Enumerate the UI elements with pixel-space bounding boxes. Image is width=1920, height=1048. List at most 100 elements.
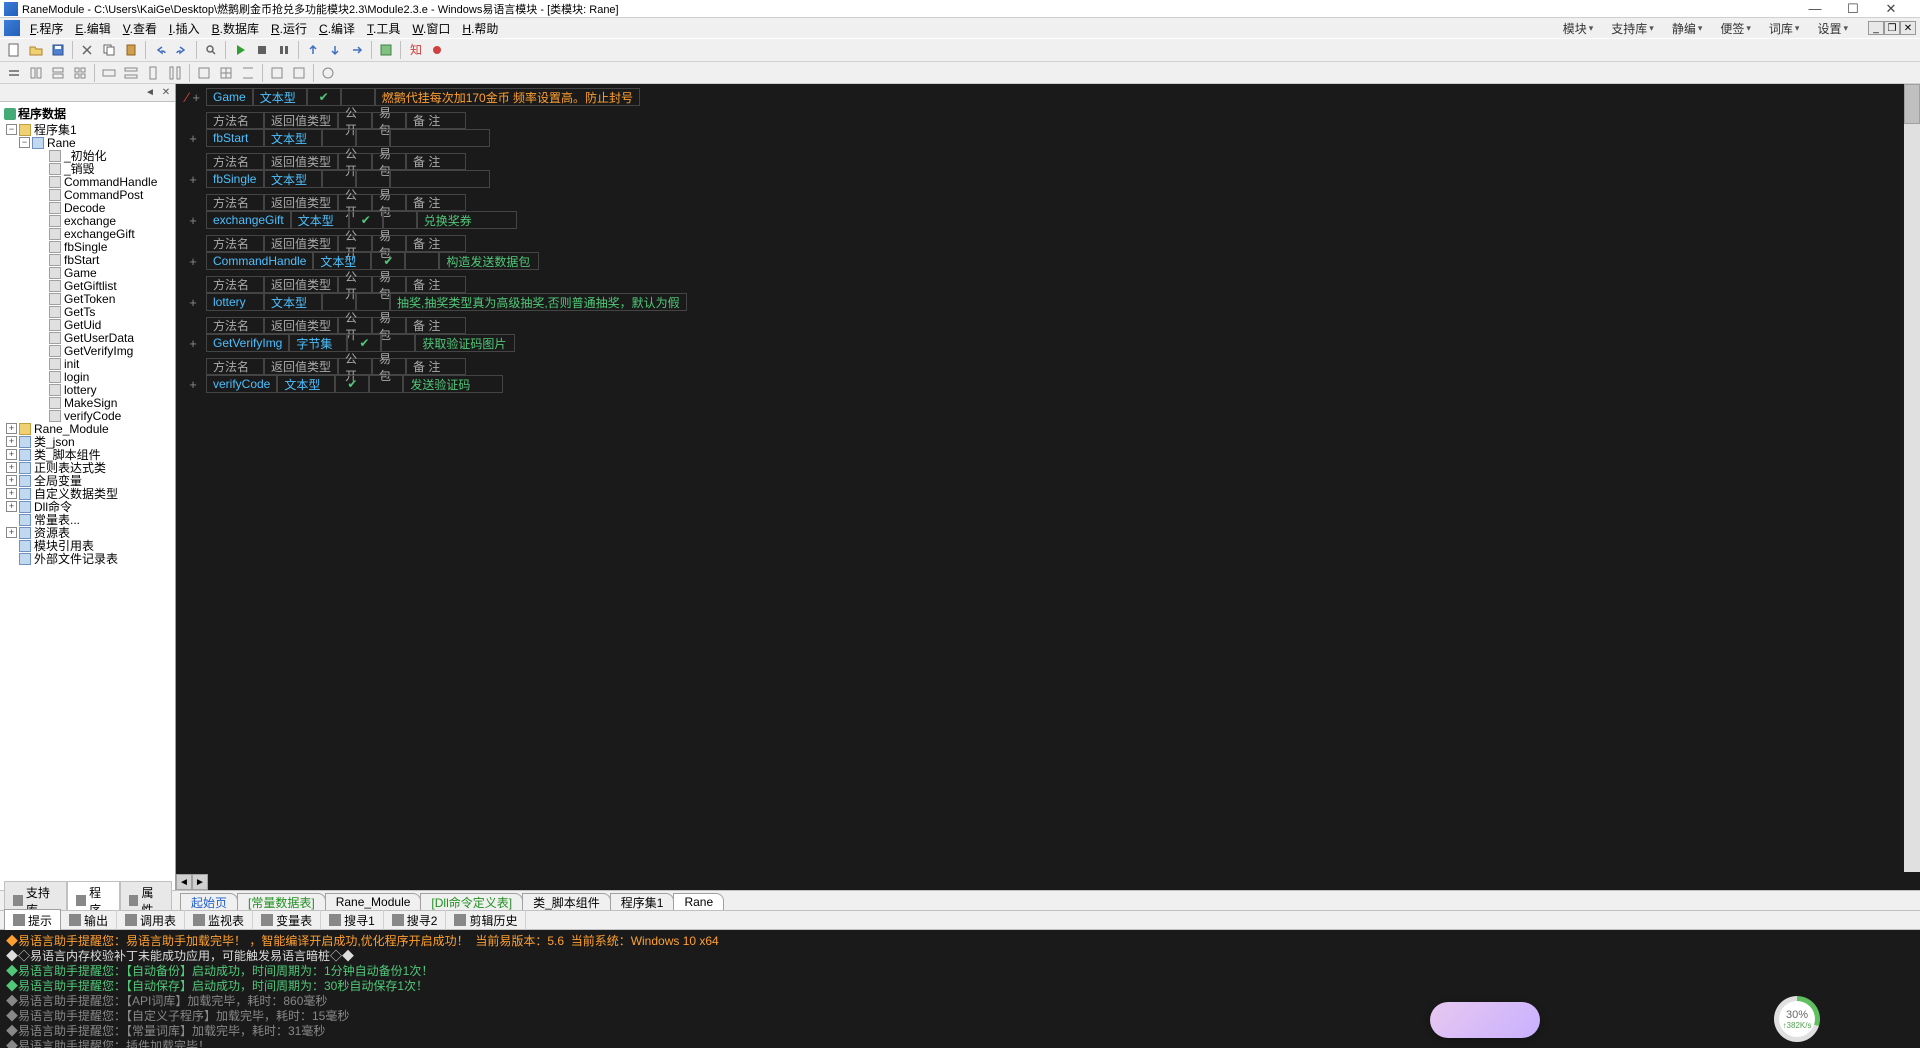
editor-horizontal-scrollbar[interactable]: ◄ ►	[176, 874, 1904, 890]
method-note-cell[interactable]: 抽奖,抽奖类型真为高级抽奖,否则普通抽奖，默认为假	[390, 293, 687, 311]
tree-other-9[interactable]: 外部文件记录表	[2, 552, 173, 565]
output-tab-2[interactable]: 调用表	[117, 910, 185, 931]
doc-tab-5[interactable]: 程序集1	[610, 893, 675, 910]
tree-method-CommandHandle[interactable]: CommandHandle	[2, 175, 173, 188]
method-name-cell[interactable]: verifyCode	[206, 375, 277, 393]
menu-2[interactable]: V.查看	[117, 20, 163, 38]
menu-3[interactable]: I.插入	[163, 20, 206, 38]
record-button[interactable]	[427, 40, 447, 60]
menu-right-3[interactable]: 便签▾	[1714, 18, 1757, 39]
tb2-btn-7[interactable]	[143, 63, 163, 83]
tb2-btn-10[interactable]	[216, 63, 236, 83]
output-tab-3[interactable]: 监视表	[185, 910, 253, 931]
menu-9[interactable]: H.帮助	[456, 20, 504, 38]
tree-method-fbStart[interactable]: fbStart	[2, 253, 173, 266]
tree-prev-button[interactable]: ◄	[143, 86, 157, 100]
tree-method-verifyCode[interactable]: verifyCode	[2, 409, 173, 422]
output-tab-4[interactable]: 变量表	[253, 910, 321, 931]
mdi-btn-2[interactable]: ✕	[1900, 21, 1916, 35]
expand-icon[interactable]: +	[192, 90, 200, 105]
tree-other-2[interactable]: +正则表达式类	[2, 461, 173, 474]
tree-method-lottery[interactable]: lottery	[2, 383, 173, 396]
tree-method-Decode[interactable]: Decode	[2, 201, 173, 214]
class-note-cell[interactable]: 燃鹅代挂每次加170金币 频率设置高。防止封号	[375, 88, 640, 106]
expand-method-icon[interactable]: +	[189, 377, 197, 392]
method-note-cell[interactable]: 发送验证码	[403, 375, 503, 393]
tree-method-login[interactable]: login	[2, 370, 173, 383]
tb2-btn-5[interactable]	[99, 63, 119, 83]
scroll-right-button[interactable]: ►	[192, 874, 208, 890]
menu-4[interactable]: B.数据库	[206, 20, 265, 38]
tree-node-ranemodule[interactable]: +Rane_Module	[2, 422, 173, 435]
tb2-btn-9[interactable]	[194, 63, 214, 83]
tb2-btn-2[interactable]	[26, 63, 46, 83]
pause-button[interactable]	[274, 40, 294, 60]
expand-method-icon[interactable]: +	[189, 295, 197, 310]
expand-method-icon[interactable]: +	[189, 254, 197, 269]
find-button[interactable]	[201, 40, 221, 60]
expand-method-icon[interactable]: +	[189, 172, 197, 187]
step-over-button[interactable]	[347, 40, 367, 60]
method-type-cell[interactable]: 字节集	[289, 334, 347, 352]
scroll-left-button[interactable]: ◄	[176, 874, 192, 890]
tree-method-GetGiftlist[interactable]: GetGiftlist	[2, 279, 173, 292]
tb2-btn-3[interactable]	[48, 63, 68, 83]
code-editor[interactable]: ⁄+ Game 文本型 ✔ 燃鹅代挂每次加170金币 频率设置高。防止封号 方法…	[176, 84, 1920, 890]
menu-7[interactable]: T.工具	[361, 20, 406, 38]
new-button[interactable]	[4, 40, 24, 60]
tree-method-GetToken[interactable]: GetToken	[2, 292, 173, 305]
output-panel[interactable]: ◆易语言助手提醒您：易语言助手加载完毕！ ，智能编译开启成功,优化程序开启成功！…	[0, 930, 1920, 1048]
copy-button[interactable]	[99, 40, 119, 60]
assistant-widget[interactable]	[1430, 1002, 1540, 1038]
method-type-cell[interactable]: 文本型	[264, 293, 322, 311]
menu-right-5[interactable]: 设置▾	[1811, 18, 1854, 39]
tree-method-_销毁[interactable]: _销毁	[2, 162, 173, 175]
menu-1[interactable]: E.编辑	[69, 20, 116, 38]
tree-node-programset[interactable]: −程序集1	[2, 123, 173, 136]
stop-button[interactable]	[252, 40, 272, 60]
output-tab-6[interactable]: 搜寻2	[384, 910, 447, 931]
menu-5[interactable]: R.运行	[265, 20, 313, 38]
tb2-btn-11[interactable]	[238, 63, 258, 83]
menu-6[interactable]: C.编译	[313, 20, 361, 38]
mdi-btn-0[interactable]: _	[1868, 21, 1884, 35]
menu-right-0[interactable]: 模块▾	[1557, 18, 1600, 39]
tb2-btn-4[interactable]	[70, 63, 90, 83]
step-into-button[interactable]	[325, 40, 345, 60]
undo-button[interactable]	[150, 40, 170, 60]
method-name-cell[interactable]: GetVerifyImg	[206, 334, 289, 352]
tree-method-MakeSign[interactable]: MakeSign	[2, 396, 173, 409]
menu-right-2[interactable]: 静编▾	[1666, 18, 1709, 39]
method-note-cell[interactable]: 兑换奖券	[417, 211, 517, 229]
tb2-btn-14[interactable]	[318, 63, 338, 83]
editor-vertical-scrollbar[interactable]	[1904, 84, 1920, 872]
menu-8[interactable]: W.窗口	[406, 20, 456, 38]
tree-method-GetTs[interactable]: GetTs	[2, 305, 173, 318]
output-tab-0[interactable]: 提示	[4, 909, 61, 932]
method-name-cell[interactable]: fbStart	[206, 129, 264, 147]
class-check-cell[interactable]: ✔	[307, 88, 341, 106]
tree-method-CommandPost[interactable]: CommandPost	[2, 188, 173, 201]
method-type-cell[interactable]: 文本型	[264, 129, 322, 147]
menu-right-4[interactable]: 词库▾	[1763, 18, 1806, 39]
tree-method-GetUid[interactable]: GetUid	[2, 318, 173, 331]
menu-0[interactable]: F.程序	[24, 20, 69, 38]
maximize-button[interactable]: ☐	[1840, 2, 1866, 16]
method-name-cell[interactable]: exchangeGift	[206, 211, 291, 229]
tree-method-fbSingle[interactable]: fbSingle	[2, 240, 173, 253]
run-button[interactable]	[230, 40, 250, 60]
doc-tab-6[interactable]: Rane	[673, 893, 724, 910]
tree-method-Game[interactable]: Game	[2, 266, 173, 279]
doc-tab-4[interactable]: 类_脚本组件	[522, 893, 611, 910]
paste-button[interactable]	[121, 40, 141, 60]
project-tree[interactable]: 程序数据 −程序集1 −Rane _初始化_销毁CommandHandleCom…	[0, 102, 175, 890]
minimize-button[interactable]: —	[1802, 2, 1828, 16]
method-type-cell[interactable]: 文本型	[291, 211, 349, 229]
tree-method-GetUserData[interactable]: GetUserData	[2, 331, 173, 344]
fold-icon[interactable]: ⁄	[186, 89, 188, 105]
compile-button[interactable]	[376, 40, 396, 60]
class-name-cell[interactable]: Game	[206, 88, 253, 106]
knowledge-button[interactable]: 知	[405, 40, 425, 60]
doc-tab-2[interactable]: Rane_Module	[325, 893, 422, 910]
tb2-btn-1[interactable]	[4, 63, 24, 83]
